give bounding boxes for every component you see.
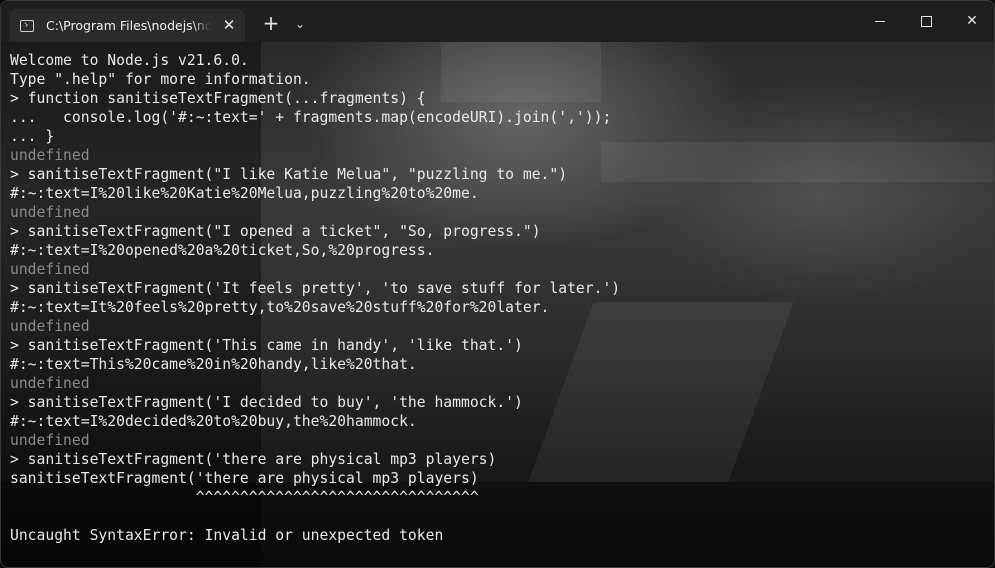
chevron-down-icon[interactable]: ⌄	[290, 14, 310, 34]
console-result-line: undefined	[10, 147, 90, 164]
tab-node[interactable]: C:\Program Files\nodejs\node.exe ✕	[9, 9, 245, 42]
console-line: > sanitiseTextFragment('This came in han…	[10, 337, 523, 354]
console-line: Type ".help" for more information.	[10, 71, 311, 88]
console-result-line: undefined	[10, 318, 90, 335]
console-line: > sanitiseTextFragment('It feels pretty'…	[10, 280, 621, 297]
terminal-window: C:\Program Files\nodejs\node.exe ✕ + ⌄ ✕…	[0, 0, 995, 568]
tab-title: C:\Program Files\nodejs\node.exe	[46, 18, 211, 33]
maximize-button[interactable]	[903, 1, 949, 42]
terminal-output-area[interactable]: Welcome to Node.js v21.6.0. Type ".help" …	[1, 42, 994, 567]
console-line: #:~:text=I%20decided%20to%20buy,the%20ha…	[10, 413, 417, 430]
minimize-button[interactable]	[857, 1, 903, 42]
console-line: ... }	[10, 128, 55, 145]
console-result-line: undefined	[10, 204, 90, 221]
console-line: #:~:text=This%20came%20in%20handy,like%2…	[10, 356, 417, 373]
console-line: #:~:text=It%20feels%20pretty,to%20save%2…	[10, 299, 550, 316]
console-line: > sanitiseTextFragment("I like Katie Mel…	[10, 166, 568, 183]
close-button[interactable]: ✕	[949, 1, 994, 42]
console-line: > sanitiseTextFragment('there are physic…	[10, 451, 497, 468]
minimize-icon	[875, 20, 885, 22]
tab-close-icon[interactable]: ✕	[219, 15, 239, 35]
console-line: #:~:text=I%20like%20Katie%20Melua,puzzli…	[10, 185, 479, 202]
console-line: > function sanitiseTextFragment(...fragm…	[10, 90, 426, 107]
console-line: > sanitiseTextFragment('I decided to buy…	[10, 394, 523, 411]
console-line: > sanitiseTextFragment("I opened a ticke…	[10, 223, 541, 240]
console-line: ... console.log('#:~:text=' + fragments.…	[10, 109, 612, 126]
console-result-line: undefined	[10, 432, 90, 449]
new-tab-button[interactable]: +	[259, 12, 283, 36]
background-beam	[601, 142, 994, 182]
console-line: ^^^^^^^^^^^^^^^^^^^^^^^^^^^^^^^^	[10, 489, 479, 506]
console-line: #:~:text=I%20opened%20a%20ticket,So,%20p…	[10, 242, 435, 259]
title-bar[interactable]: C:\Program Files\nodejs\node.exe ✕ + ⌄ ✕	[1, 1, 994, 42]
console-line: sanitiseTextFragment('there are physical…	[10, 470, 479, 487]
console-output: Welcome to Node.js v21.6.0. Type ".help" …	[10, 51, 620, 545]
console-line: Welcome to Node.js v21.6.0.	[10, 52, 249, 69]
console-result-line: undefined	[10, 375, 90, 392]
console-line: Uncaught SyntaxError: Invalid or unexpec…	[10, 527, 444, 544]
maximize-icon	[920, 15, 932, 27]
terminal-icon	[20, 19, 34, 32]
console-result-line: undefined	[10, 261, 90, 278]
